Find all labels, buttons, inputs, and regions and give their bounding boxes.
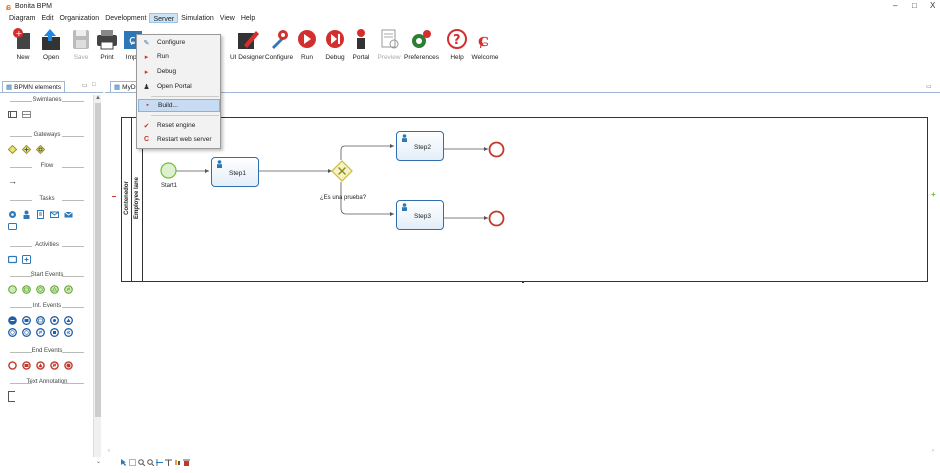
menu-item-configure[interactable]: ✎ Configure	[138, 36, 220, 49]
align-tool-icon[interactable]	[165, 459, 172, 466]
menu-item-restart-web-server[interactable]: C Restart web server	[138, 133, 220, 146]
task-step1[interactable]: Step1	[211, 157, 259, 187]
scroll-right-icon[interactable]: ›	[932, 448, 934, 454]
end-event-step3[interactable]	[488, 210, 505, 227]
scroll-left-icon[interactable]: ‹	[108, 448, 110, 454]
human-task-icon	[401, 203, 408, 211]
menu-item-reset-engine[interactable]: ✔ Reset engine	[138, 119, 220, 132]
run-icon: ▸	[144, 53, 149, 61]
menu-item-build[interactable]: ▪ Build...	[138, 99, 220, 112]
restart-server-icon: C	[143, 136, 150, 143]
configure-icon: ✎	[143, 39, 150, 47]
pool-resize-handle[interactable]	[522, 281, 524, 283]
zoom-out-icon[interactable]	[147, 459, 155, 467]
bonita-window: ɕ Bonita BPM – □ X Diagram Edit Organiza…	[0, 0, 940, 473]
server-menu-dropdown: ✎ Configure ▸ Run ▸ Debug ♟ Open Portal …	[136, 34, 221, 149]
task-step3[interactable]: Step3	[396, 200, 444, 230]
reset-engine-icon: ✔	[143, 122, 150, 130]
build-icon: ▪	[146, 102, 149, 109]
zoom-toolbar	[120, 459, 190, 467]
add-lane-icon[interactable]: +	[931, 190, 936, 199]
menu-item-debug[interactable]: ▸ Debug	[138, 65, 220, 78]
distribute-tool-icon[interactable]	[174, 459, 181, 466]
menu-item-run[interactable]: ▸ Run	[138, 50, 220, 63]
palette-expand-icon[interactable]: ⌄	[96, 458, 101, 465]
human-task-icon	[216, 160, 223, 168]
start-event-label: Start1	[161, 183, 178, 189]
marquee-tool-icon[interactable]	[129, 459, 136, 466]
portal-icon: ♟	[143, 83, 150, 91]
menu-item-open-portal[interactable]: ♟ Open Portal	[138, 80, 220, 93]
select-tool-icon[interactable]	[120, 459, 127, 466]
connector-tool-icon[interactable]	[156, 459, 163, 466]
debug-icon: ▸	[144, 68, 149, 76]
end-event-step2[interactable]	[488, 141, 505, 158]
xor-gateway[interactable]	[331, 160, 353, 182]
delete-tool-icon[interactable]	[183, 459, 190, 466]
canvas-horizontal-scrollbar[interactable]: ‹ ›	[108, 448, 934, 456]
start-event-start1[interactable]	[160, 162, 177, 179]
zoom-in-icon[interactable]	[138, 459, 146, 467]
task-step2[interactable]: Step2	[396, 131, 444, 161]
human-task-icon	[401, 134, 408, 142]
gateway-label: ¿Es una prueba?	[320, 195, 367, 201]
